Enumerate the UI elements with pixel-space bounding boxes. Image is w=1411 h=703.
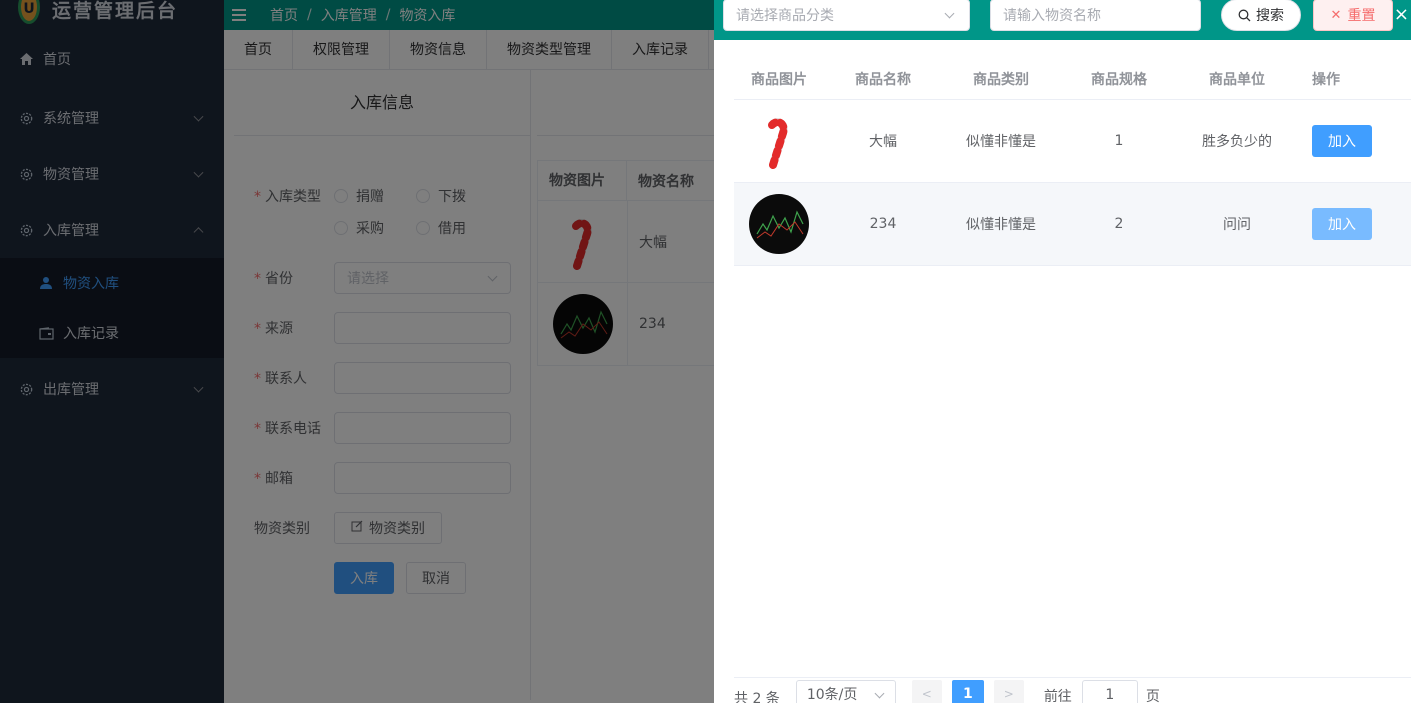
search-icon	[1238, 9, 1251, 22]
product-category: 似懂非懂是	[966, 134, 1036, 150]
product-name: 234	[869, 216, 897, 232]
chevron-down-icon	[874, 688, 885, 699]
search-button[interactable]: 搜索	[1221, 0, 1301, 31]
material-name-input[interactable]: 请输入物资名称	[990, 0, 1201, 31]
reset-button[interactable]: ✕ 重置	[1313, 0, 1393, 31]
category-select[interactable]: 请选择商品分类	[723, 0, 970, 31]
drawer-close-icon[interactable]: ×	[1394, 4, 1409, 25]
goto-page-input[interactable]: 1	[1081, 680, 1138, 703]
next-page-button[interactable]: >	[993, 680, 1024, 703]
close-icon: ✕	[1330, 7, 1342, 23]
candy-cane-image	[734, 113, 824, 169]
product-spec: 1	[1114, 133, 1124, 149]
product-select-drawer: 请选择商品分类 请输入物资名称 搜索 ✕ 重置 × 商品图片 商品名称 商品类别…	[714, 0, 1411, 703]
product-category: 似懂非懂是	[966, 217, 1036, 233]
chart-thumbnail-image	[734, 194, 824, 254]
page-unit-label: 页	[1145, 689, 1160, 703]
table-row: 234 似懂非懂是 2 问问 加入	[734, 183, 1411, 266]
product-table: 商品图片 商品名称 商品类别 商品规格 商品单位 操作 大幅 似懂非懂是 1 胜…	[734, 59, 1411, 266]
prev-page-button[interactable]: <	[911, 680, 942, 703]
page-number-1[interactable]: 1	[951, 680, 984, 703]
table-row: 大幅 似懂非懂是 1 胜多负少的 加入	[734, 100, 1411, 183]
pagination: 共 2 条 10条/页 < 1 > 前往 1 页	[734, 677, 1411, 703]
add-button[interactable]: 加入	[1312, 125, 1372, 157]
add-button[interactable]: 加入	[1312, 208, 1372, 240]
page-size-select[interactable]: 10条/页	[795, 680, 896, 703]
goto-label: 前往	[1043, 689, 1072, 703]
product-spec: 2	[1114, 216, 1124, 232]
table-header: 商品图片 商品名称 商品类别 商品规格 商品单位 操作	[734, 59, 1411, 100]
chevron-down-icon	[944, 8, 955, 19]
product-unit: 问问	[1223, 217, 1251, 233]
pagination-total: 共 2 条	[734, 691, 780, 703]
drawer-toolbar: 请选择商品分类 请输入物资名称 搜索 ✕ 重置 ×	[714, 0, 1411, 40]
modal-overlay[interactable]	[0, 0, 714, 703]
product-name: 大幅	[869, 134, 897, 150]
product-unit: 胜多负少的	[1202, 134, 1272, 150]
